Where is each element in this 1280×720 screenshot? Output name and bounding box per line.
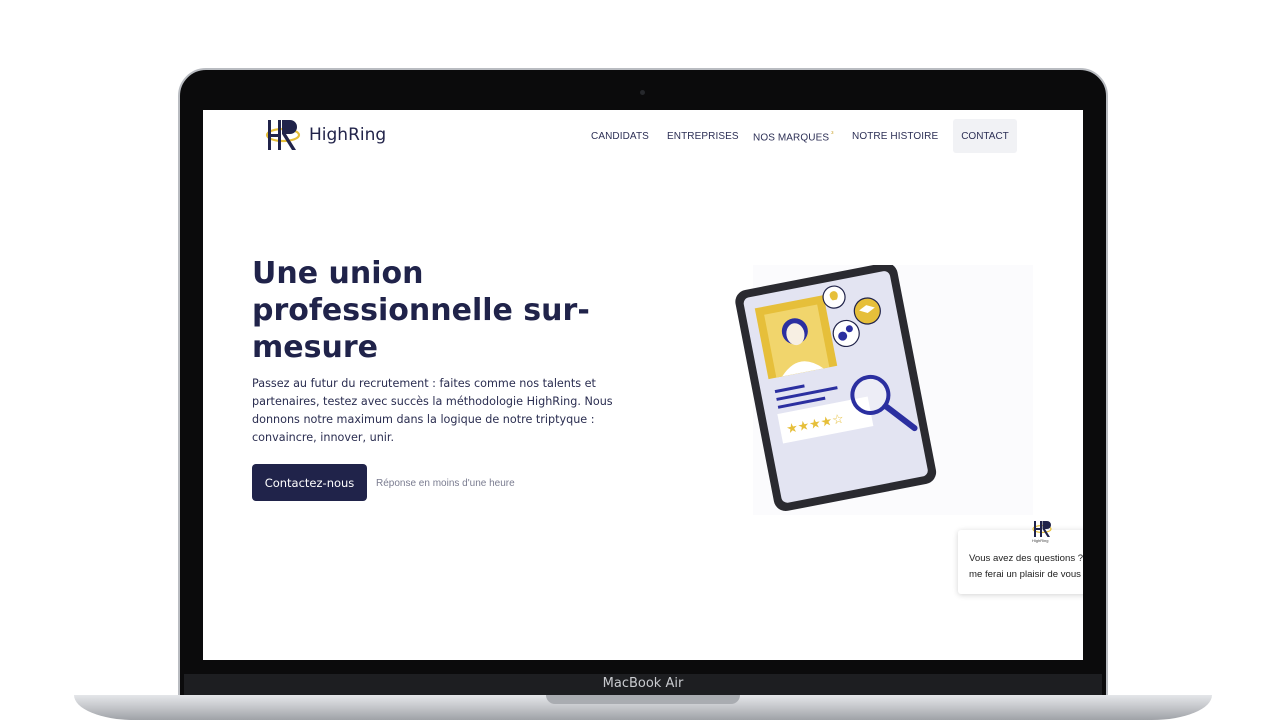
browser-viewport: HighRing CANDIDATS ENTREPRISES NOS MARQU…	[203, 110, 1083, 660]
contact-us-button[interactable]: Contactez-nous	[252, 464, 367, 501]
nav-notre-histoire[interactable]: NOTRE HISTOIRE	[852, 131, 938, 142]
highring-logo[interactable]	[263, 116, 303, 156]
nav-entreprises[interactable]: ENTREPRISES	[667, 131, 739, 142]
dropdown-indicator: ³	[831, 131, 834, 138]
camera-icon	[640, 90, 645, 95]
nav-nos-marques-label: NOS MARQUES	[753, 132, 830, 144]
brand-name[interactable]: HighRing	[309, 125, 386, 145]
nav-contact-button[interactable]: CONTACT	[953, 119, 1017, 153]
recruitment-tablet-illustration: ★★★★☆	[735, 265, 1033, 515]
chat-message-line1: Vous avez des questions ?	[969, 553, 1083, 564]
response-time-note: Réponse en moins d'une heure	[376, 478, 515, 489]
hero-title: Une union professionnelle sur-mesure	[252, 256, 590, 365]
chat-brand: HighRing	[1032, 538, 1049, 543]
hero-description: Passez au futur du recrutement : faites …	[252, 377, 613, 444]
nav-nos-marques[interactable]: NOS MARQUES ³	[753, 131, 834, 143]
laptop-notch	[546, 695, 740, 704]
chat-message-line2: me ferai un plaisir de vous	[969, 569, 1081, 580]
chat-message: Vous avez des questions ? me ferai un pl…	[969, 551, 1083, 583]
chat-widget[interactable]: Vous avez des questions ? me ferai un pl…	[958, 530, 1083, 594]
device-model-label: MacBook Air	[602, 676, 684, 691]
nav-candidats[interactable]: CANDIDATS	[591, 131, 649, 142]
